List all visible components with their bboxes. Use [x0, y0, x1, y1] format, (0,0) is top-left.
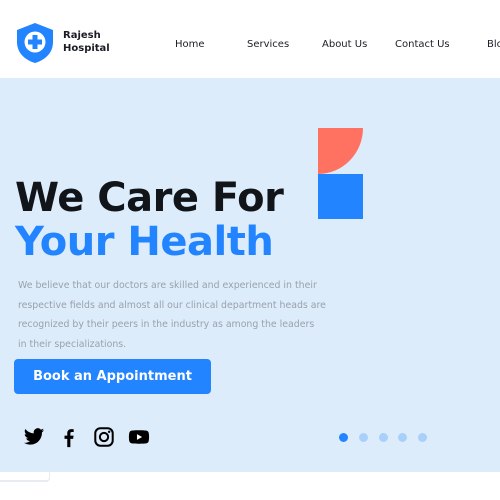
decorative-square-shape [318, 174, 363, 219]
youtube-icon[interactable] [128, 426, 150, 448]
hero-description-line: in their specializations. [18, 338, 127, 350]
hero-description-line: recognized by their peers in the industr… [18, 319, 315, 330]
carousel-dot[interactable] [418, 433, 427, 442]
twitter-icon[interactable] [23, 426, 45, 448]
card-edge-fragment [0, 472, 50, 482]
instagram-icon[interactable] [93, 426, 115, 448]
nav-about-us[interactable]: About Us [322, 39, 367, 50]
hero-description-line: We believe that our doctors are skilled … [18, 280, 317, 291]
facebook-icon[interactable] [58, 426, 80, 448]
carousel-dot[interactable] [379, 433, 388, 442]
hero-title-line1: We Care For [15, 175, 284, 221]
hero-title-line2: Your Health [15, 219, 274, 265]
brand-line2: Hospital [63, 43, 110, 54]
nav-services[interactable]: Services [247, 39, 289, 50]
hero-section: We Care For Your Health We believe that … [0, 78, 500, 472]
carousel-dot[interactable] [398, 433, 407, 442]
decorative-quarter-shape [318, 128, 363, 174]
brand-line1: Rajesh [63, 30, 101, 41]
nav-contact-us[interactable]: Contact Us [395, 39, 450, 50]
hero-description: We believe that our doctors are skilled … [18, 276, 338, 354]
book-appointment-button[interactable]: Book an Appointment [14, 359, 211, 394]
shield-plus-icon[interactable] [15, 22, 55, 64]
nav-blog[interactable]: Blo [487, 39, 500, 50]
nav-home[interactable]: Home [175, 39, 205, 50]
carousel-dot-active[interactable] [339, 433, 348, 442]
carousel-dot[interactable] [359, 433, 368, 442]
brand-name[interactable]: Rajesh Hospital [63, 29, 110, 55]
site-header: Rajesh Hospital Home Services About Us C… [0, 0, 500, 78]
hero-description-line: respective fields and almost all our cli… [18, 299, 326, 311]
